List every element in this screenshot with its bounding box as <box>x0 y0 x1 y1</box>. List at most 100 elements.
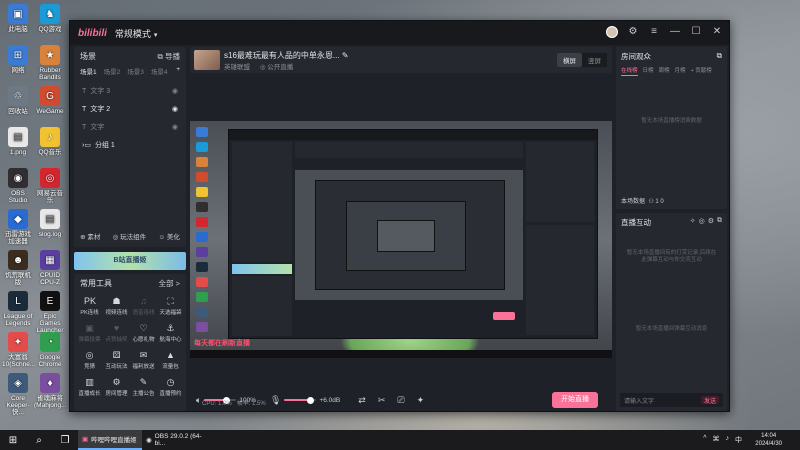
desktop-icon[interactable]: ⊞ 网络 <box>2 45 34 74</box>
swap-icon[interactable]: ⇄ <box>358 395 366 406</box>
taskbar-clock[interactable]: 14:04 2024/4/30 <box>755 432 782 448</box>
visibility-icon[interactable]: ◉ <box>172 87 178 95</box>
add-scene-button[interactable]: + <box>176 66 180 76</box>
tool-item[interactable]: ⚄ 互动玩法 <box>103 350 130 370</box>
source-item[interactable]: T 文字 3 ◉ <box>74 82 186 100</box>
stream-category[interactable]: 英雄联盟 <box>224 64 250 71</box>
mic-volume-knob[interactable] <box>306 396 314 404</box>
desktop-icon[interactable]: ★ Rubber Bandits <box>34 45 66 81</box>
settings-icon[interactable]: ⚙ <box>627 26 639 38</box>
menu-icon[interactable]: ≡ <box>648 26 660 38</box>
desktop-icon[interactable]: ◉ OBS Studio <box>2 168 34 204</box>
desktop-icon[interactable]: ▤ 1.png <box>2 127 34 156</box>
source-group[interactable]: ›▭ 分组 1 <box>74 136 186 154</box>
scene-tab[interactable]: 场景1 <box>80 66 97 76</box>
desktop-icon[interactable]: ◆ 迅雷游戏加速器 <box>2 209 34 245</box>
desktop-icon[interactable]: ♦ 雀魂麻将(Mahjong... <box>34 373 67 409</box>
source-item[interactable]: T 文字 ◉ <box>74 118 186 136</box>
beauty-button[interactable]: ☺ 美化 <box>158 231 179 241</box>
tool-item[interactable]: ♡ 心愿礼物 <box>130 323 157 343</box>
microphone-icon[interactable]: 🎙︎ <box>270 395 281 406</box>
tool-item[interactable]: ♫ 语音连线 <box>130 296 157 316</box>
tools-more-link[interactable]: 全部 > <box>159 278 180 289</box>
scene-tab[interactable]: 场景4 <box>151 66 168 76</box>
close-button[interactable]: ✕ <box>711 26 723 38</box>
tool-item[interactable]: PK PK连线 <box>76 296 103 316</box>
material-button[interactable]: ⊕ 素材 <box>80 231 100 241</box>
tool-item[interactable]: ◷ 直播预约 <box>157 377 184 397</box>
audience-tab[interactable]: + 贡献榜 <box>691 66 712 76</box>
tool-item[interactable]: ⚙ 房间管理 <box>103 377 130 397</box>
desktop-icon[interactable]: E Epic Games Launcher <box>34 291 66 334</box>
stream-cover-thumbnail[interactable] <box>194 50 220 70</box>
record-icon[interactable]: ⎚ <box>397 395 404 406</box>
effects-icon[interactable]: ✧ <box>690 217 696 228</box>
desktop-icon[interactable]: ✦ 大富翁10(Schne... <box>2 332 35 368</box>
tray-icon[interactable]: ^ <box>703 435 706 445</box>
audience-tab[interactable]: 日榜 <box>643 66 654 76</box>
maximize-button[interactable]: ☐ <box>690 26 702 38</box>
tool-item[interactable]: ⚓ 航海中心 <box>157 323 184 343</box>
scene-tab[interactable]: 场景3 <box>127 66 144 76</box>
desktop-icon[interactable]: ▤ slog.log <box>34 209 66 238</box>
desktop-icon[interactable]: L League of Legends <box>2 291 34 327</box>
widget-button[interactable]: ◎ 玩法组件 <box>113 231 146 241</box>
desktop-icon[interactable]: ◈ Core Keeper- 快... <box>2 373 34 416</box>
source-item[interactable]: T 文字 2 ◉ <box>74 100 186 118</box>
tray-icon[interactable]: ⌘ <box>713 435 720 445</box>
send-button[interactable]: 发送 <box>700 396 719 405</box>
filter-icon[interactable]: ◎ <box>699 217 705 228</box>
tools-icon[interactable]: ✦ <box>417 395 425 406</box>
desktop-icon[interactable]: ▣ 此电脑 <box>2 4 34 33</box>
guide-button[interactable]: ⧉ 导播 <box>158 51 180 62</box>
desktop-icon[interactable]: ◎ 网易云音乐 <box>34 168 66 204</box>
desktop-icon[interactable]: ♪ QQ音乐 <box>34 127 66 156</box>
desktop-icon[interactable]: ☻ 饥荒联机版 <box>2 250 34 286</box>
desktop-icon[interactable]: G WeGame <box>34 86 66 115</box>
tool-item[interactable]: ◎ 竞猜 <box>76 350 103 370</box>
tool-item[interactable]: ⛶ 天选福袋 <box>157 296 184 316</box>
tray-icon[interactable]: 中 <box>735 435 742 445</box>
desktop-icon[interactable]: ♞ QQ游戏 <box>34 4 66 33</box>
tool-item[interactable]: ☗ 视频连线 <box>103 296 130 316</box>
noise-off-icon[interactable]: ✂ <box>378 395 386 406</box>
scene-tab[interactable]: 场景2 <box>104 66 121 76</box>
stream-title-row[interactable]: s16最难玩最有人品的中单永恩... ✎ <box>224 50 349 61</box>
desktop-icon[interactable]: ♲ 回收站 <box>2 86 34 115</box>
minimize-button[interactable]: — <box>669 26 681 38</box>
visibility-icon[interactable]: ◉ <box>172 123 178 131</box>
stream-preview[interactable]: 每天都在刷新直播 <box>190 121 612 358</box>
avatar[interactable] <box>606 26 618 38</box>
desktop-icon[interactable]: ▦ CPUID CPU-Z <box>34 250 66 286</box>
edit-icon[interactable]: ✎ <box>342 51 349 60</box>
start-live-button[interactable]: 开始直播 <box>552 392 598 408</box>
tool-item[interactable]: ✉ 福利放送 <box>130 350 157 370</box>
tool-item[interactable]: ▲ 流量包 <box>157 350 184 370</box>
popout-icon[interactable]: ⧉ <box>717 217 722 228</box>
taskbar-app-obs[interactable]: ◉ OBS 29.0.2 (64-bi... <box>142 430 206 450</box>
mode-dropdown[interactable]: 常规模式 ▾ <box>115 27 158 40</box>
gear-icon[interactable]: ⚙ <box>708 217 714 228</box>
search-icon[interactable]: ⌕ <box>26 430 52 450</box>
portrait-button[interactable]: 竖屏 <box>582 53 607 67</box>
tool-item[interactable]: ▥ 直播成长 <box>76 377 103 397</box>
promo-banner[interactable]: B站直播姬 <box>74 252 186 270</box>
audience-tab[interactable]: 月榜 <box>675 66 686 76</box>
public-stream-toggle[interactable]: ◎ 公开直播 <box>260 64 293 71</box>
audience-tab[interactable]: 在线榜 <box>621 66 638 76</box>
desktop-icon[interactable]: ◔ Google Chrome <box>34 332 66 368</box>
taskbar-app-bilibili[interactable]: ▣ 哔哩哔哩直播姬 <box>78 430 142 450</box>
start-button[interactable]: ⊞ <box>0 430 26 450</box>
speaker-icon[interactable]: 🔈︎ <box>196 395 201 406</box>
tool-item[interactable]: ▣ 弹幕投票 <box>76 323 103 343</box>
mic-volume-slider[interactable] <box>284 396 317 404</box>
audience-tab[interactable]: 周榜 <box>659 66 670 76</box>
visibility-icon[interactable]: ◉ <box>172 105 178 113</box>
task-view-icon[interactable]: ❐ <box>52 430 78 450</box>
tool-item[interactable]: ✎ 主播公告 <box>130 377 157 397</box>
chat-input[interactable]: 请输入文字 发送 <box>620 393 723 407</box>
landscape-button[interactable]: 横屏 <box>557 53 582 67</box>
tool-item[interactable]: ♥ 点赞抽奖 <box>103 323 130 343</box>
tray-icon[interactable]: ♪ <box>726 435 730 445</box>
popout-icon[interactable]: ⧉ <box>717 51 722 62</box>
